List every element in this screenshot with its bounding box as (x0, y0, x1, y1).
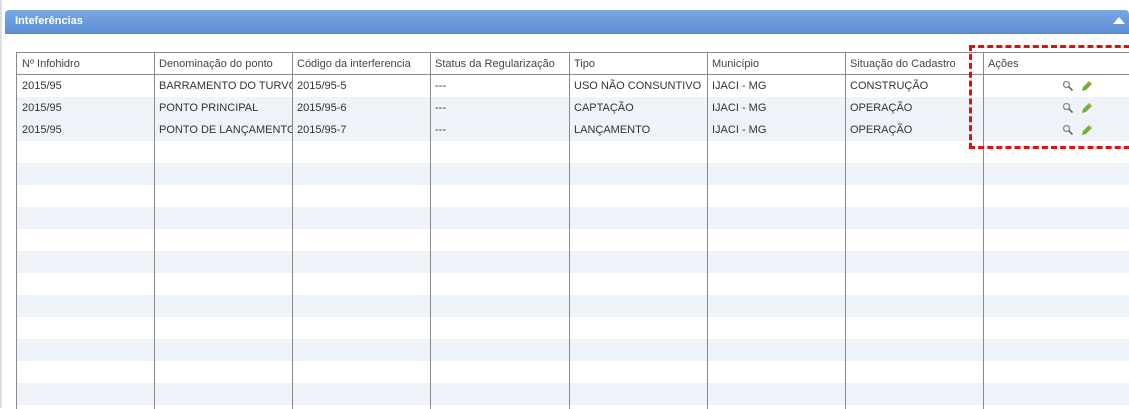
cell-denominacao: BARRAMENTO DO TURVO (159, 80, 292, 92)
column-divider (707, 53, 708, 409)
cell-situacao: OPERAÇÃO (850, 102, 913, 114)
table-row-empty (17, 295, 1129, 317)
table-row[interactable]: 2015/95 PONTO DE LANÇAMENTO 2015/95-7 --… (17, 119, 1129, 141)
column-header-denominacao[interactable]: Denominação do ponto (154, 53, 292, 75)
table-row[interactable]: 2015/95 PONTO PRINCIPAL 2015/95-6 --- CA… (17, 97, 1129, 119)
cell-status: --- (435, 80, 446, 92)
table-row-empty (17, 339, 1129, 361)
column-divider (569, 53, 570, 409)
table-header-row: Nº Infohidro Denominação do ponto Código… (17, 53, 1129, 75)
interferences-table: Nº Infohidro Denominação do ponto Código… (16, 52, 1129, 409)
cell-municipio: IJACI - MG (712, 102, 767, 114)
column-header-situacao[interactable]: Situação do Cadastro (845, 53, 983, 75)
cell-denominacao: PONTO DE LANÇAMENTO (159, 124, 292, 136)
cell-codigo: 2015/95-6 (297, 102, 347, 114)
cell-situacao: CONSTRUÇÃO (850, 80, 929, 92)
table-row-empty (17, 163, 1129, 185)
column-header-tipo[interactable]: Tipo (569, 53, 707, 75)
interferences-panel-header[interactable]: Inteferências (5, 10, 1129, 34)
cell-municipio: IJACI - MG (712, 80, 767, 92)
left-edge (0, 0, 2, 408)
cell-denominacao: PONTO PRINCIPAL (159, 102, 259, 114)
column-divider (154, 53, 155, 409)
column-header-status[interactable]: Status da Regularização (430, 53, 569, 75)
table-row-empty (17, 383, 1129, 405)
column-divider (845, 53, 846, 409)
table-row[interactable]: 2015/95 BARRAMENTO DO TURVO 2015/95-5 --… (17, 75, 1129, 97)
cell-status: --- (435, 102, 446, 114)
table-row-empty (17, 251, 1129, 273)
column-divider (292, 53, 293, 409)
cell-status: --- (435, 124, 446, 136)
column-header-infohidro[interactable]: Nº Infohidro (17, 53, 154, 75)
column-header-codigo[interactable]: Código da interferencia (292, 53, 430, 75)
cell-infohidro: 2015/95 (22, 80, 62, 92)
cell-tipo: USO NÃO CONSUNTIVO (574, 80, 702, 92)
table-row-empty (17, 207, 1129, 229)
cell-codigo: 2015/95-5 (297, 80, 347, 92)
cell-tipo: LANÇAMENTO (574, 124, 651, 136)
column-divider (430, 53, 431, 409)
cell-tipo: CAPTAÇÃO (574, 102, 634, 114)
panel-title: Inteferências (15, 15, 83, 27)
column-header-municipio[interactable]: Município (707, 53, 845, 75)
cell-codigo: 2015/95-7 (297, 124, 347, 136)
cell-infohidro: 2015/95 (22, 124, 62, 136)
cell-situacao: OPERAÇÃO (850, 124, 913, 136)
cell-municipio: IJACI - MG (712, 124, 767, 136)
cell-infohidro: 2015/95 (22, 102, 62, 114)
actions-highlight-box (969, 45, 1129, 149)
collapse-icon[interactable] (1113, 17, 1125, 24)
